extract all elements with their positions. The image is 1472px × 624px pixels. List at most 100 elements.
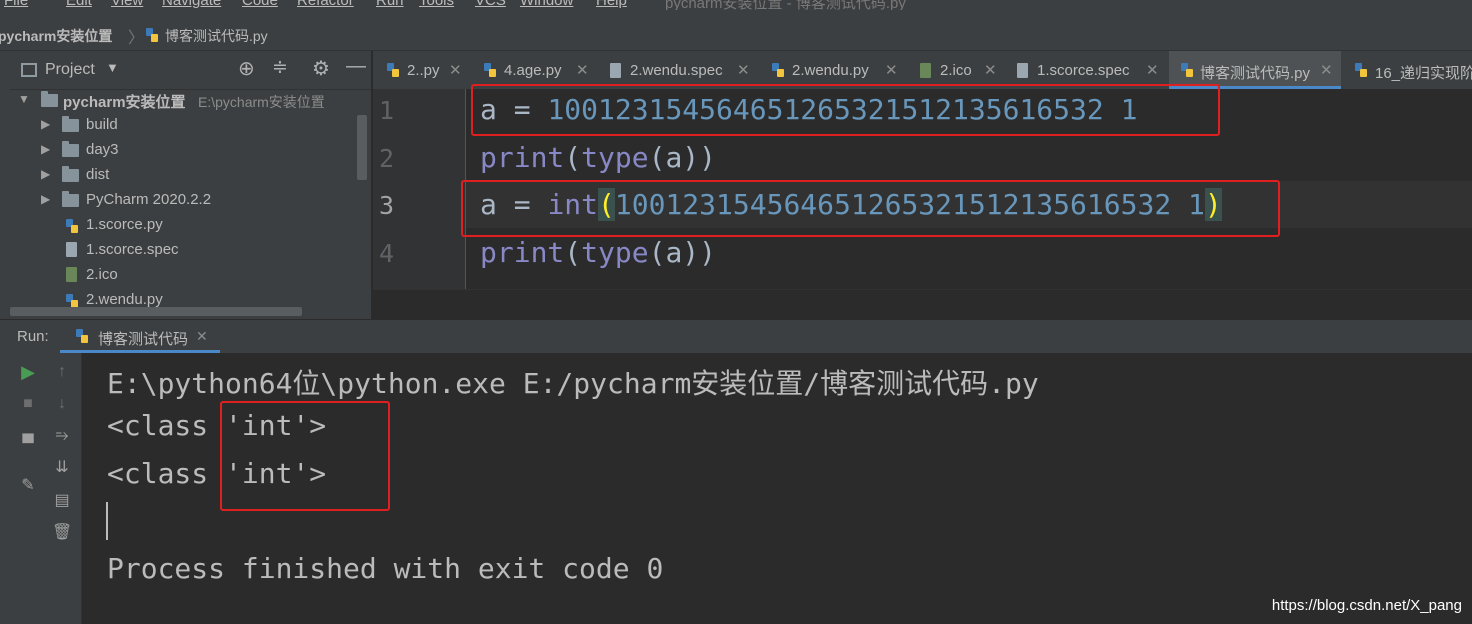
stop-icon[interactable]: ■: [18, 394, 38, 414]
tree-item[interactable]: ▶ day3: [10, 139, 360, 164]
close-icon[interactable]: ✕: [196, 328, 208, 345]
window-title: pycharm安装位置 - 博客测试代码.py: [665, 0, 906, 10]
menu-view[interactable]: View: [111, 0, 143, 9]
tab-label: 4.age.py: [504, 62, 562, 79]
menu-tools[interactable]: Tools: [419, 0, 454, 9]
tree-item-label: PyCharm 2020.2.2: [86, 191, 212, 208]
tree-item-label: 1.scorce.py: [86, 216, 163, 233]
close-icon[interactable]: ✕: [1320, 61, 1333, 79]
close-icon[interactable]: ✕: [737, 61, 750, 79]
menu-vcs[interactable]: VCS: [475, 0, 506, 9]
menu-navigate[interactable]: Navigate: [162, 0, 221, 9]
tree-item[interactable]: 2.ico: [10, 264, 360, 289]
gear-icon[interactable]: ⚙: [312, 56, 330, 81]
highlight-box: [461, 180, 1280, 237]
close-icon[interactable]: ✕: [984, 61, 997, 79]
menu-window[interactable]: Window: [520, 0, 573, 9]
tab-recursion[interactable]: 16_递归实现阶: [1342, 51, 1472, 89]
tree-item-label: build: [86, 116, 118, 133]
builtin-function: print: [480, 141, 565, 174]
menu-run[interactable]: Run: [376, 0, 404, 9]
tree-item[interactable]: 1.scorce.spec: [10, 239, 360, 264]
line-number: 4: [379, 239, 395, 268]
close-icon[interactable]: ✕: [576, 61, 589, 79]
code-editor[interactable]: a = 100123154564651265321512135616532 1 …: [461, 84, 1472, 289]
run-icon[interactable]: ▶: [18, 362, 38, 382]
run-console[interactable]: E:\python64位\python.exe E:/pycharm安装位置/博…: [82, 353, 1472, 624]
down-arrow-icon[interactable]: ↓: [52, 394, 72, 414]
tree-root[interactable]: ▼ pycharm安装位置 E:\pycharm安装位置: [10, 89, 360, 114]
tree-root-path: E:\pycharm安装位置: [198, 94, 325, 110]
trash-icon[interactable]: 🗑: [52, 523, 72, 543]
menu-code[interactable]: Code: [242, 0, 278, 9]
tree-item[interactable]: ▶ build: [10, 114, 360, 139]
menu-help[interactable]: Help: [596, 0, 627, 9]
line-number: 1: [379, 96, 395, 125]
locate-icon[interactable]: ⊕: [238, 56, 255, 81]
tree-item[interactable]: ▶ dist: [10, 164, 360, 189]
collapse-all-icon[interactable]: ≑: [272, 56, 288, 79]
argument: (a)): [648, 236, 717, 269]
tree-item[interactable]: ▶ PyCharm 2020.2.2: [10, 189, 360, 214]
menu-refactor[interactable]: Refactor: [297, 0, 354, 9]
tree-item[interactable]: 1.scorce.py: [10, 214, 360, 239]
tab-label: 2.wendu.py: [792, 62, 869, 79]
python-file-icon: [772, 63, 784, 77]
file-icon: [610, 63, 621, 78]
tree-item-label: 2.wendu.py: [86, 291, 163, 308]
tab-2-py[interactable]: 2..py ✕: [373, 51, 470, 89]
breadcrumb-file[interactable]: 博客测试代码.py: [165, 26, 268, 46]
run-side-toolbar: ▶ ↑ ■ ↓ ⥱ ▀ ⇊ ✎ ▤ 🗑: [0, 353, 82, 624]
highlight-box: [471, 84, 1220, 136]
folder-icon: [41, 91, 58, 107]
close-icon[interactable]: ✕: [449, 61, 462, 79]
close-icon[interactable]: ✕: [885, 61, 898, 79]
editor-gutter: 1 2 3 4: [373, 89, 466, 289]
editor-bottom-strip: [373, 289, 1472, 320]
chevron-right-icon[interactable]: ▶: [41, 167, 50, 181]
tab-label: 2.ico: [940, 62, 972, 79]
folder-icon: [62, 141, 79, 157]
builtin-function: type: [581, 236, 649, 269]
tab-label: 2..py: [407, 62, 440, 79]
menu-edit[interactable]: Edit: [66, 0, 92, 9]
scroll-to-end-icon[interactable]: ⇊: [52, 458, 72, 478]
breadcrumb: pycharm安装位置 〉 博客测试代码.py: [0, 22, 1472, 51]
layout-icon[interactable]: ▀: [18, 434, 38, 454]
close-icon[interactable]: ✕: [1146, 61, 1159, 79]
code-line-4[interactable]: print(type(a)): [480, 236, 716, 269]
soft-wrap-icon[interactable]: ⥱: [52, 426, 72, 446]
project-panel: Project ▼ ⊕ ≑ ⚙ — ▼ pycharm安装位置 E:\pycha…: [10, 51, 371, 319]
image-file-icon: [920, 63, 931, 78]
run-tab[interactable]: 博客测试代码 ✕: [60, 320, 220, 353]
project-vertical-scrollbar[interactable]: [357, 115, 367, 180]
pin-icon[interactable]: ✎: [18, 476, 38, 496]
chevron-down-icon[interactable]: ▼: [18, 92, 30, 106]
builtin-function: type: [581, 141, 649, 174]
tab-label: 1.scorce.spec: [1037, 62, 1130, 79]
chevron-right-icon[interactable]: ▶: [41, 117, 50, 131]
argument: (a)): [648, 141, 717, 174]
tree-root-label: pycharm安装位置: [63, 94, 186, 111]
print-icon[interactable]: ▤: [52, 491, 72, 511]
breadcrumb-project[interactable]: pycharm安装位置: [0, 26, 112, 46]
breadcrumb-separator: 〉: [128, 30, 145, 47]
image-file-icon: [66, 267, 77, 282]
folder-icon: [62, 116, 79, 132]
code-line-2[interactable]: print(type(a)): [480, 141, 716, 174]
project-panel-header: Project ▼ ⊕ ≑ ⚙ —: [10, 51, 371, 90]
project-window-icon: [21, 63, 37, 77]
tree-item-label: day3: [86, 141, 119, 158]
up-arrow-icon[interactable]: ↑: [52, 362, 72, 382]
console-line: E:\python64位\python.exe E:/pycharm安装位置/博…: [107, 367, 1039, 400]
project-panel-title[interactable]: Project: [45, 61, 95, 79]
tree-item-label: 1.scorce.spec: [86, 241, 179, 258]
menu-file[interactable]: File: [4, 0, 28, 9]
chevron-right-icon[interactable]: ▶: [41, 192, 50, 206]
tab-label: 16_递归实现阶: [1375, 65, 1472, 82]
chevron-down-icon[interactable]: ▼: [106, 60, 119, 75]
builtin-function: print: [480, 236, 565, 269]
chevron-right-icon[interactable]: ▶: [41, 142, 50, 156]
hide-panel-icon[interactable]: —: [346, 55, 366, 78]
project-horizontal-scrollbar[interactable]: [10, 307, 302, 316]
